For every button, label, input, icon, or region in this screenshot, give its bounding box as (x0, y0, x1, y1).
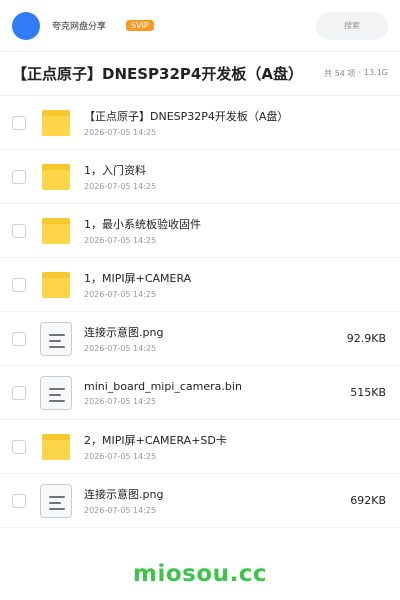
file-size: 515KB (350, 386, 386, 399)
folder-icon (40, 107, 72, 139)
file-name[interactable]: 1，最小系统板验收固件 (84, 216, 386, 232)
row-checkbox[interactable] (12, 223, 26, 238)
folder-icon (40, 269, 72, 301)
row-checkbox[interactable] (12, 331, 26, 346)
row-checkbox[interactable] (12, 169, 26, 184)
file-meta: 连接示意图.png 2026-07-05 14:25 (84, 486, 342, 515)
file-date: 2026-07-05 14:25 (84, 396, 157, 406)
file-date: 2026-07-05 14:25 (84, 290, 157, 299)
file-meta: mini_board_mipi_camera.bin 2026-07-05 14:… (84, 380, 342, 406)
file-meta: 1，入门资料 2026-07-05 14:25 (84, 162, 386, 191)
file-date: 2026-07-05 14:25 (84, 128, 157, 137)
user-avatar[interactable] (12, 11, 40, 40)
file-size: 692KB (350, 494, 386, 507)
file-size: 92.9KB (346, 332, 386, 345)
share-source-label: 夸克网盘分享 (52, 22, 107, 32)
row-checkbox[interactable] (12, 385, 26, 400)
folder-stats: 共 54 项 · 13.1G (324, 68, 388, 79)
search-button[interactable]: 搜索 (316, 11, 388, 40)
folder-icon (40, 431, 72, 463)
file-name[interactable]: 1，入门资料 (84, 162, 386, 178)
row-checkbox[interactable] (12, 277, 26, 292)
row-checkbox[interactable] (12, 493, 26, 508)
file-row[interactable]: 1，入门资料 2026-07-05 14:25 (0, 150, 400, 204)
row-checkbox[interactable] (12, 115, 26, 130)
file-meta: 1，MIPI屏+CAMERA 2026-07-05 14:25 (84, 270, 386, 299)
file-name[interactable]: mini_board_mipi_camera.bin (84, 380, 342, 393)
file-date: 2026-07-05 14:25 (84, 344, 157, 353)
file-row[interactable]: 1，MIPI屏+CAMERA 2026-07-05 14:25 (0, 258, 400, 312)
file-name[interactable]: 2，MIPI屏+CAMERA+SD卡 (84, 432, 386, 448)
search-label: 搜索 (344, 21, 360, 30)
file-row[interactable]: 连接示意图.png 2026-07-05 14:25 92.9KB (0, 312, 400, 366)
folder-icon (40, 161, 72, 193)
file-date: 2026-07-05 14:25 (84, 452, 157, 461)
file-meta: 1，最小系统板验收固件 2026-07-05 14:25 (84, 216, 386, 245)
top-bar: 夸克网盘分享 SVIP 搜索 (0, 0, 400, 52)
folder-header: 【正点原子】DNESP32P4开发板（A盘） 共 54 项 · 13.1G (0, 52, 400, 96)
page-title: 【正点原子】DNESP32P4开发板（A盘） (12, 65, 303, 83)
file-name[interactable]: 连接示意图.png (84, 486, 342, 502)
file-row[interactable]: 连接示意图.png 2026-07-05 14:25 692KB (0, 474, 400, 528)
file-meta: 连接示意图.png 2026-07-05 14:25 (84, 324, 339, 353)
file-row[interactable]: 1，最小系统板验收固件 2026-07-05 14:25 (0, 204, 400, 258)
file-row[interactable]: 【正点原子】DNESP32P4开发板（A盘） 2026-07-05 14:25 (0, 96, 400, 150)
file-row[interactable]: mini_board_mipi_camera.bin 2026-07-05 14:… (0, 366, 400, 420)
file-date: 2026-07-05 14:25 (84, 236, 157, 245)
file-name[interactable]: 连接示意图.png (84, 324, 339, 340)
item-count: 共 54 项 (324, 69, 356, 78)
document-icon (40, 375, 72, 410)
file-meta: 【正点原子】DNESP32P4开发板（A盘） 2026-07-05 14:25 (84, 108, 386, 137)
file-date: 2026-07-05 14:25 (84, 506, 157, 515)
file-list: 【正点原子】DNESP32P4开发板（A盘） 2026-07-05 14:25 1，… (0, 96, 400, 528)
document-icon (40, 483, 72, 518)
file-name[interactable]: 【正点原子】DNESP32P4开发板（A盘） (84, 108, 386, 124)
document-icon (40, 321, 72, 356)
footer: miosou.cc (0, 548, 400, 600)
file-meta: 2，MIPI屏+CAMERA+SD卡 2026-07-05 14:25 (84, 432, 386, 461)
file-name[interactable]: 1，MIPI屏+CAMERA (84, 270, 386, 286)
folder-icon (40, 215, 72, 247)
file-date: 2026-07-05 14:25 (84, 182, 157, 191)
stats-separator: · (358, 68, 361, 77)
svip-badge: SVIP (126, 20, 154, 31)
row-checkbox[interactable] (12, 439, 26, 454)
total-size: 13.1G (363, 68, 388, 77)
file-row[interactable]: 2，MIPI屏+CAMERA+SD卡 2026-07-05 14:25 (0, 420, 400, 474)
site-watermark: miosou.cc (132, 561, 268, 587)
